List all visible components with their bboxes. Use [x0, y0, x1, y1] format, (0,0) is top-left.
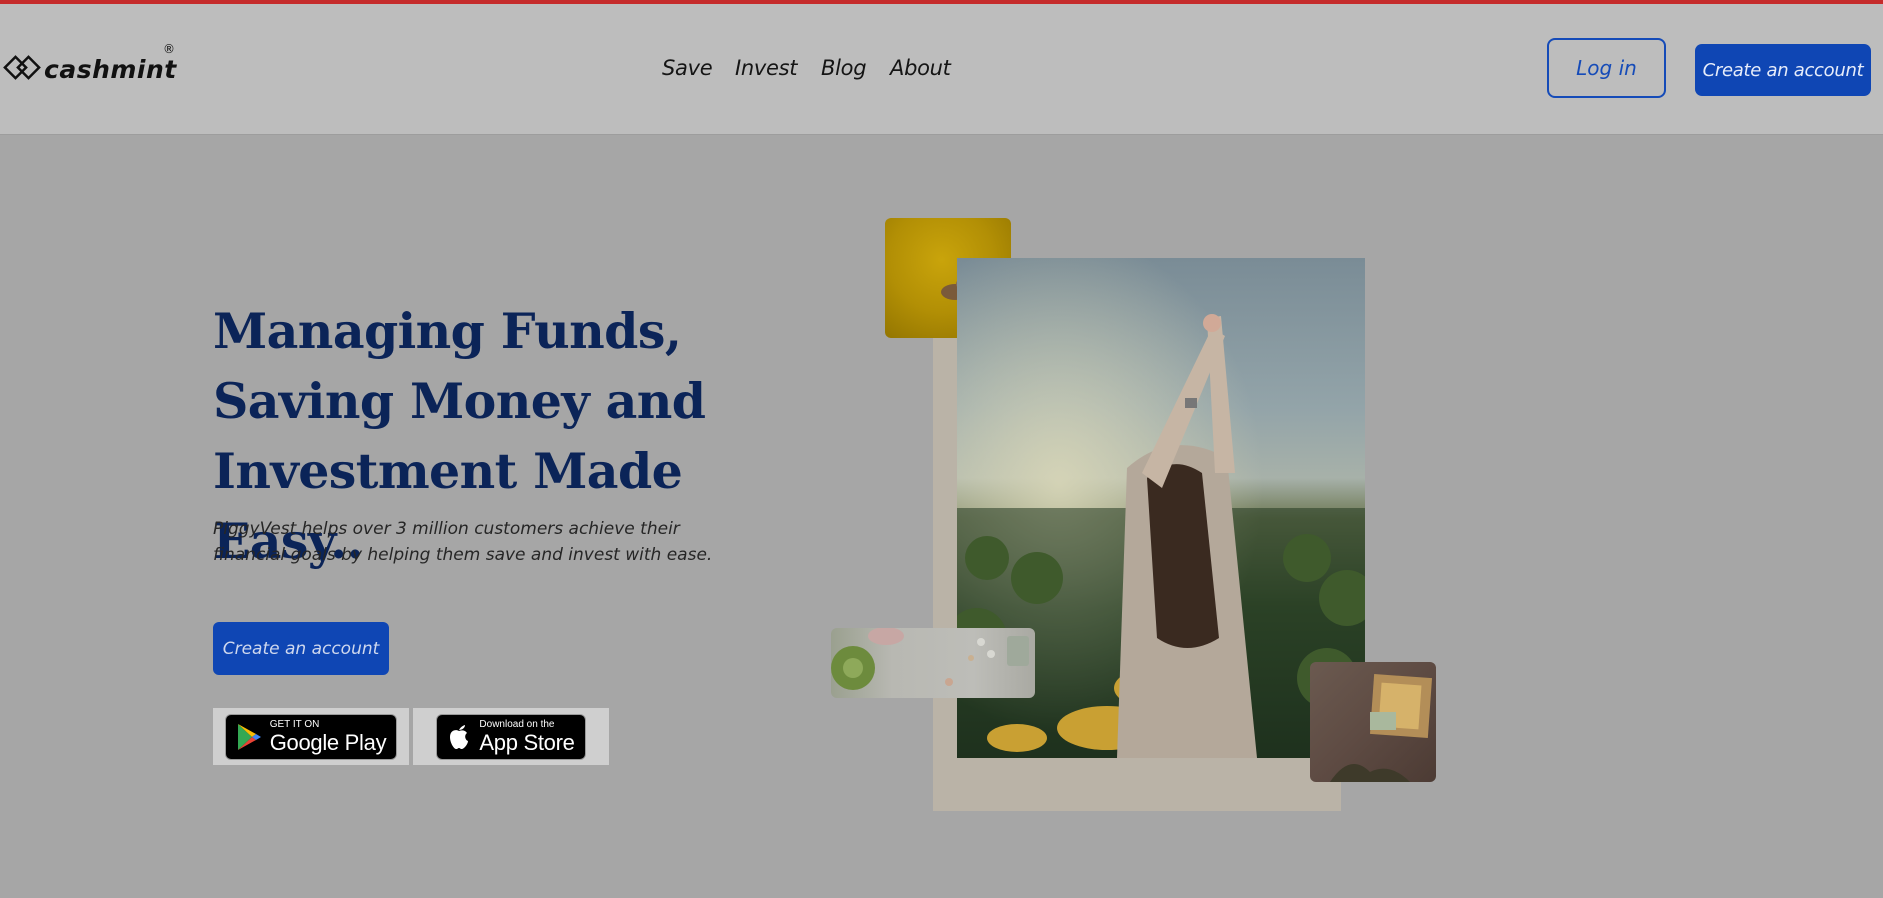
app-store-badge: Download on the App Store — [436, 713, 586, 760]
nav-item-save[interactable]: Save — [662, 56, 713, 80]
desk-plant-photo — [831, 628, 1035, 698]
cash-money-photo — [1310, 662, 1436, 782]
nav-item-blog[interactable]: Blog — [821, 56, 867, 80]
app-store-big-text: App Store — [479, 729, 575, 755]
nav-item-about[interactable]: About — [890, 56, 951, 80]
hero-subtitle: PiggyVest helps over 3 million customers… — [213, 519, 713, 565]
registered-mark: ® — [163, 42, 175, 56]
app-store-link[interactable]: Download on the App Store — [413, 708, 609, 765]
apple-icon — [450, 724, 469, 749]
google-play-big-text: Google Play — [269, 729, 387, 755]
google-play-small-text: GET IT ON — [269, 718, 320, 730]
google-play-badge: GET IT ON Google Play — [224, 713, 398, 760]
nav-item-invest[interactable]: Invest — [735, 56, 798, 80]
login-button[interactable]: Log in — [1547, 38, 1666, 98]
google-play-icon — [237, 723, 261, 750]
create-account-button[interactable]: Create an account — [213, 622, 389, 675]
google-play-link[interactable]: GET IT ON Google Play — [213, 708, 409, 765]
app-store-small-text: Download on the — [479, 718, 555, 730]
site-header: cashmint ® Save Invest Blog About Log in… — [0, 4, 1883, 135]
create-account-header-button[interactable]: Create an account — [1695, 44, 1871, 96]
